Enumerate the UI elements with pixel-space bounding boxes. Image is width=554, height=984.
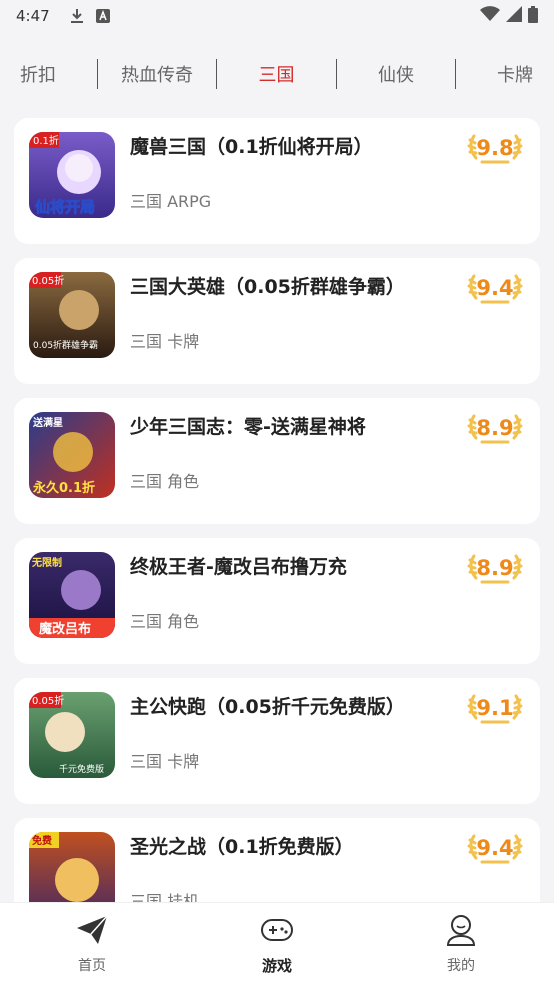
tab-discount[interactable]: 折扣 (0, 52, 76, 96)
rating-value: 9.4 (476, 276, 514, 300)
game-icon[interactable]: 0.05折 0.05折群雄争霸 (29, 272, 115, 358)
icon-caption: 0.05折群雄争霸 (33, 339, 98, 351)
icon-caption: 仙将开局 (35, 198, 95, 216)
rating-value: 9.4 (476, 836, 514, 860)
status-time: 4:47 (16, 7, 50, 25)
category-tabs: 折扣 热血传奇 三国 仙侠 卡牌 (0, 52, 554, 96)
tab-xianxia[interactable]: 仙侠 (337, 52, 455, 96)
paper-plane-icon (76, 913, 108, 947)
wifi-icon (480, 6, 500, 26)
game-tags: 三国 卡牌 (130, 332, 200, 351)
game-tags: 三国 角色 (130, 612, 200, 631)
game-name: 少年三国志：零-送满星神将 (130, 416, 366, 438)
icon-caption: 千元免费版 (59, 763, 104, 775)
rating-value: 8.9 (476, 556, 514, 580)
icon-badge: 送满星 (32, 416, 63, 429)
game-name: 圣光之战（0.1折免费版） (130, 836, 354, 858)
nav-home[interactable]: 首页 (32, 903, 152, 984)
rating-badge: 9.1 (464, 690, 526, 726)
rating-value: 8.9 (476, 416, 514, 440)
status-bar: 4:47 (0, 0, 554, 32)
icon-badge: 0.05折 (32, 274, 64, 287)
rating-badge: 9.8 (464, 130, 526, 166)
game-tags: 三国 角色 (130, 472, 200, 491)
signal-icon (506, 6, 522, 26)
game-icon[interactable]: 0.05折 千元免费版 (29, 692, 115, 778)
game-card[interactable]: 0.1折 仙将开局 魔兽三国（0.1折仙将开局） 三国 ARPG 9.8 (14, 118, 540, 244)
game-icon[interactable]: 0.1折 仙将开局 (29, 132, 115, 218)
game-card[interactable]: 无限制 魔改吕布 终极王者-魔改吕布撸万充 三国 角色 8.9 (14, 538, 540, 664)
nav-games[interactable]: 游戏 (217, 903, 337, 984)
icon-caption: 永久0.1折 (32, 480, 95, 496)
icon-badge: 0.05折 (32, 694, 64, 707)
user-icon (446, 913, 476, 947)
battery-icon (528, 5, 538, 27)
icon-badge: 免费 (32, 834, 52, 847)
nav-games-label: 游戏 (261, 957, 292, 975)
rating-value: 9.8 (476, 136, 514, 160)
nav-profile[interactable]: 我的 (401, 903, 521, 984)
game-name: 三国大英雄（0.05折群雄争霸） (130, 276, 405, 298)
icon-badge: 无限制 (31, 556, 62, 569)
bottom-nav: 首页 游戏 我的 (0, 902, 554, 984)
tab-divider (455, 59, 456, 89)
rating-badge: 9.4 (464, 270, 526, 306)
rating-value: 9.1 (476, 696, 514, 720)
tab-card[interactable]: 卡牌 (476, 52, 554, 96)
icon-caption: 魔改吕布 (39, 621, 91, 637)
game-name: 终极王者-魔改吕布撸万充 (130, 556, 347, 578)
nav-profile-label: 我的 (447, 958, 475, 974)
rating-badge: 8.9 (464, 410, 526, 446)
game-name: 魔兽三国（0.1折仙将开局） (130, 136, 373, 158)
app-notification-icon (95, 9, 110, 23)
game-tags: 三国 ARPG (130, 192, 212, 211)
game-name: 主公快跑（0.05折千元免费版） (130, 696, 405, 718)
game-card[interactable]: 0.05折 千元免费版 主公快跑（0.05折千元免费版） 三国 卡牌 9.1 (14, 678, 540, 804)
nav-home-label: 首页 (78, 958, 106, 974)
game-card[interactable]: 送满星 永久0.1折 少年三国志：零-送满星神将 三国 角色 8.9 (14, 398, 540, 524)
game-icon[interactable]: 无限制 魔改吕布 (29, 552, 115, 638)
game-tags: 三国 卡牌 (130, 752, 200, 771)
icon-badge: 0.1折 (33, 134, 59, 147)
tab-three-kingdoms[interactable]: 三国 (217, 52, 336, 96)
rating-badge: 8.9 (464, 550, 526, 586)
gamepad-icon (260, 913, 294, 947)
game-icon[interactable]: 送满星 永久0.1折 (29, 412, 115, 498)
game-card[interactable]: 0.05折 0.05折群雄争霸 三国大英雄（0.05折群雄争霸） 三国 卡牌 9… (14, 258, 540, 384)
rating-badge: 9.4 (464, 830, 526, 866)
download-icon (70, 8, 84, 24)
tab-legend[interactable]: 热血传奇 (98, 52, 216, 96)
